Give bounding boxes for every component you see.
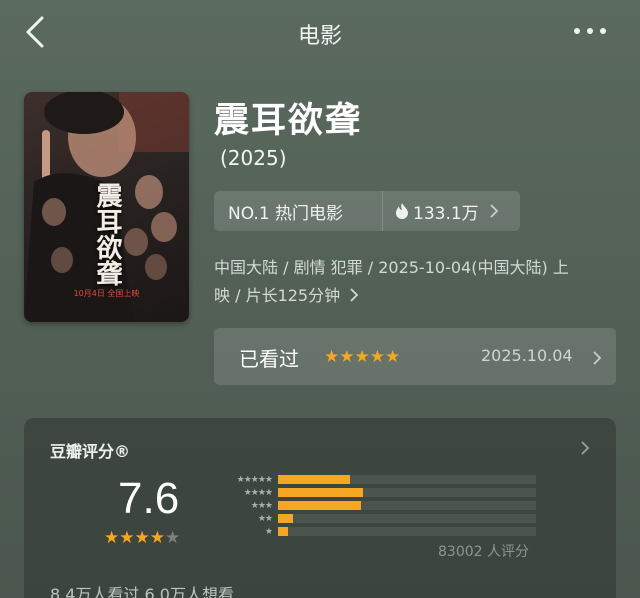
distribution-track	[278, 475, 536, 484]
movie-meta-line[interactable]: 映 / 片长125分钟	[214, 282, 618, 310]
distribution-track	[278, 527, 536, 536]
rating-score: 7.6	[118, 474, 180, 523]
watched-label: 已看过	[239, 347, 299, 371]
heat-value: 133.1万	[413, 203, 479, 224]
poster-title-text: 震耳欲聋	[92, 182, 122, 286]
distribution-row: ★★★★	[210, 486, 536, 499]
rating-header: 豆瓣评分®	[50, 442, 131, 461]
movie-year: (2025)	[220, 146, 287, 170]
douban-rating-card[interactable]: 豆瓣评分® 7.6 ★★★★★ ★★★★★ ★★★★ ★★★ ★★ ★ 83002 人评…	[24, 418, 616, 598]
movie-title: 震耳欲聋	[214, 101, 363, 141]
more-dot	[600, 28, 606, 34]
more-button[interactable]	[574, 21, 610, 41]
flame-icon	[396, 203, 408, 219]
top-nav-bar: 电影	[0, 0, 640, 64]
distribution-bar	[278, 488, 363, 497]
distribution-row: ★★★★★	[210, 473, 536, 486]
distribution-row: ★★★	[210, 499, 536, 512]
user-star-rating: ★★★★★	[324, 347, 401, 367]
watched-date: 2025.10.04	[481, 346, 573, 365]
chevron-right-icon	[593, 351, 602, 365]
distribution-stars: ★★★	[250, 500, 273, 511]
page-title: 电影	[297, 24, 342, 49]
distribution-stars: ★★★★★	[236, 474, 273, 485]
rank-label: NO.1 热门电影	[228, 203, 344, 224]
distribution-bar	[278, 527, 288, 536]
rank-chip[interactable]: NO.1 热门电影 133.1万	[214, 191, 520, 231]
movie-meta-line: 中国大陆 / 剧情 犯罪 / 2025-10-04(中国大陆) 上	[214, 258, 569, 277]
distribution-stars: ★★	[257, 513, 273, 524]
distribution-bar	[278, 475, 350, 484]
distribution-row: ★★	[210, 512, 536, 525]
more-dot	[587, 28, 593, 34]
distribution-track	[278, 514, 536, 523]
rating-count: 83002 人评分	[438, 544, 529, 560]
chevron-right-icon[interactable]	[580, 440, 590, 456]
watched-status-card[interactable]: 已看过 ★★★★★ 2025.10.04	[214, 328, 616, 385]
distribution-row: ★	[210, 525, 536, 538]
chevron-right-icon	[350, 288, 359, 302]
rating-stars-empty: ★	[164, 528, 181, 548]
heat-indicator: 133.1万	[383, 199, 499, 224]
rating-stars: ★★★★★	[104, 528, 180, 548]
movie-poster[interactable]: 震耳欲聋 10月4日 全国上映	[24, 92, 189, 322]
distribution-track	[278, 488, 536, 497]
rating-stars-filled: ★★★★	[104, 528, 165, 548]
rating-footer: 8.4万人看过 6.0万人想看	[50, 585, 234, 598]
distribution-track	[278, 501, 536, 510]
distribution-stars: ★	[264, 526, 273, 537]
movie-meta-text: 映 / 片长125分钟	[214, 286, 341, 305]
distribution-bar	[278, 514, 293, 523]
chevron-right-icon	[490, 204, 498, 218]
more-dot	[574, 28, 580, 34]
poster-release-text: 10月4日 全国上映	[73, 289, 140, 298]
distribution-stars: ★★★★	[243, 487, 273, 498]
distribution-bar	[278, 501, 361, 510]
